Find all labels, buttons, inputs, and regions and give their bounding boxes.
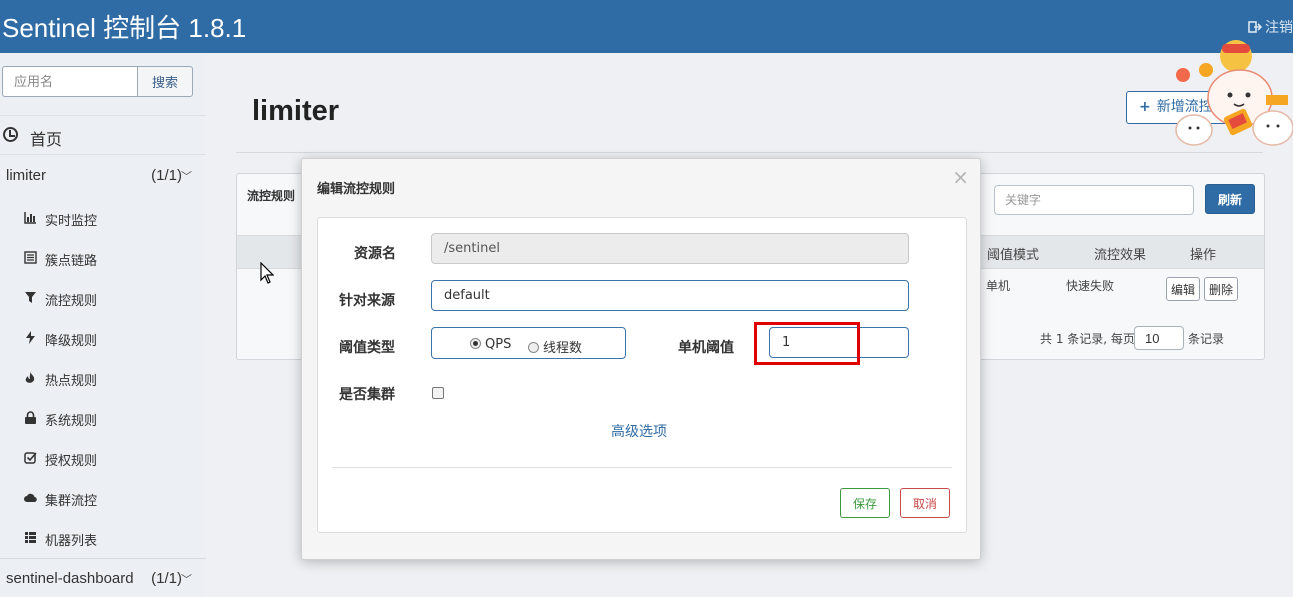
resource-label: 资源名: [354, 246, 396, 262]
column-header: 操作: [1190, 248, 1217, 263]
radio-label: 线程数: [543, 341, 583, 356]
sidebar-item-label: 系统规则: [45, 414, 98, 429]
cluster-checkbox[interactable]: [432, 387, 444, 399]
cell-threshold-mode: 单机: [986, 279, 1011, 293]
keyword-search-input[interactable]: [994, 185, 1194, 215]
highlight-box: [754, 322, 860, 365]
threshold-type-label: 阈值类型: [339, 340, 395, 356]
column-header: 流控效果: [1094, 248, 1147, 263]
app-search-button[interactable]: 搜索: [137, 66, 193, 97]
sidebar-item-flow-rules[interactable]: 流控规则: [0, 278, 206, 318]
sidebar-item-label: 降级规则: [45, 334, 98, 349]
save-button[interactable]: 保存: [840, 488, 890, 518]
top-navbar: Sentinel 控制台 1.8.1 注销: [0, 0, 1293, 53]
form-divider: [332, 467, 952, 468]
list-icon: [24, 251, 37, 264]
sidebar-item-home[interactable]: 首页: [0, 115, 206, 155]
sidebar-item-machine-list[interactable]: 机器列表: [0, 518, 206, 558]
sidebar-item-label: 首页: [30, 130, 63, 149]
pager-prefix: 共 1 条记录, 每页: [1040, 332, 1135, 346]
logout-label: 注销: [1265, 20, 1293, 36]
sidebar-item-label: 机器列表: [45, 534, 98, 549]
dialog-title: 编辑流控规则: [317, 182, 396, 197]
app-group-sentinel-dashboard[interactable]: sentinel-dashboard (1/1) ﹀: [0, 559, 206, 597]
lock-icon: [25, 411, 36, 424]
logout-link[interactable]: 注销: [1248, 17, 1293, 37]
cluster-label: 是否集群: [339, 387, 395, 403]
clock-icon: [3, 127, 18, 142]
mouse-cursor-icon: [260, 262, 274, 284]
app-group-limiter[interactable]: limiter (1/1) ﹀: [0, 156, 206, 196]
cancel-button[interactable]: 取消: [900, 488, 950, 518]
page-title: limiter: [252, 95, 340, 127]
column-header: 阈值模式: [987, 248, 1040, 263]
radio-label: QPS: [485, 337, 512, 352]
sidebar-item-degrade-rules[interactable]: 降级规则: [0, 318, 206, 358]
pager-suffix: 条记录: [1188, 332, 1225, 346]
sidebar-item-system-rules[interactable]: 系统规则: [0, 398, 206, 438]
resource-name-input[interactable]: [431, 233, 909, 264]
sidebar: 搜索 首页 limiter (1/1) ﹀ 实时监控 簇点链路 流控规则 降级规…: [0, 53, 206, 597]
radio-thread-count[interactable]: 线程数: [528, 337, 582, 356]
chevron-down-icon: ﹀: [181, 573, 192, 586]
edit-flow-rule-dialog: 编辑流控规则 × 资源名 针对来源 阈值类型 QPS 线程数 单机阈值 是否集群…: [301, 158, 981, 560]
edit-rule-button[interactable]: 编辑: [1166, 277, 1201, 301]
sidebar-item-label: 实时监控: [45, 214, 98, 229]
app-search: 搜索: [2, 66, 193, 97]
title-divider: [236, 152, 1263, 153]
single-threshold-label: 单机阈值: [678, 340, 734, 356]
app-count: (1/1): [151, 167, 182, 184]
brand-title[interactable]: Sentinel 控制台 1.8.1: [2, 8, 246, 45]
plus-icon: +: [1139, 99, 1151, 115]
origin-input[interactable]: [431, 280, 909, 311]
refresh-button[interactable]: 刷新: [1205, 184, 1255, 214]
sidebar-item-label: 簇点链路: [45, 254, 98, 269]
check-square-icon: [24, 452, 37, 464]
mascot-image: [1175, 40, 1293, 146]
app-name: limiter: [6, 167, 46, 184]
page-size-input[interactable]: [1134, 326, 1184, 350]
grid-list-icon: [25, 532, 36, 543]
radio-qps[interactable]: QPS: [470, 337, 511, 352]
sidebar-item-auth-rules[interactable]: 授权规则: [0, 438, 206, 478]
sidebar-item-realtime-monitor[interactable]: 实时监控: [0, 198, 206, 238]
app-name: sentinel-dashboard: [6, 570, 134, 587]
chevron-down-icon: ﹀: [181, 170, 192, 183]
threshold-type-radio-group: QPS 线程数: [431, 327, 626, 359]
advanced-options-link[interactable]: 高级选项: [611, 421, 667, 441]
delete-rule-button[interactable]: 删除: [1204, 277, 1239, 301]
flash-icon: [26, 331, 35, 344]
cloud-icon: [24, 493, 37, 503]
sidebar-item-label: 热点规则: [45, 374, 98, 389]
filter-icon: [25, 292, 36, 303]
radio-unselected-icon: [528, 342, 539, 353]
dialog-form: 资源名 针对来源 阈值类型 QPS 线程数 单机阈值 是否集群 高级选项 保存 …: [317, 217, 967, 533]
bar-chart-icon: [24, 212, 36, 224]
sign-out-icon: [1248, 21, 1262, 33]
origin-label: 针对来源: [339, 293, 395, 309]
sidebar-item-label: 集群流控: [45, 494, 98, 509]
close-icon[interactable]: ×: [952, 165, 969, 189]
app-count: (1/1): [151, 570, 182, 587]
sidebar-item-cluster-link[interactable]: 簇点链路: [0, 238, 206, 278]
sidebar-item-cluster-flow[interactable]: 集群流控: [0, 478, 206, 518]
fire-icon: [25, 371, 35, 383]
panel-title: 流控规则: [247, 189, 296, 203]
app-search-input[interactable]: [2, 66, 138, 97]
sidebar-item-label: 授权规则: [45, 454, 98, 469]
radio-selected-icon: [470, 338, 481, 349]
sidebar-item-label: 流控规则: [45, 294, 98, 309]
sidebar-item-hotspot-rules[interactable]: 热点规则: [0, 358, 206, 398]
cell-control-effect: 快速失败: [1066, 279, 1115, 293]
